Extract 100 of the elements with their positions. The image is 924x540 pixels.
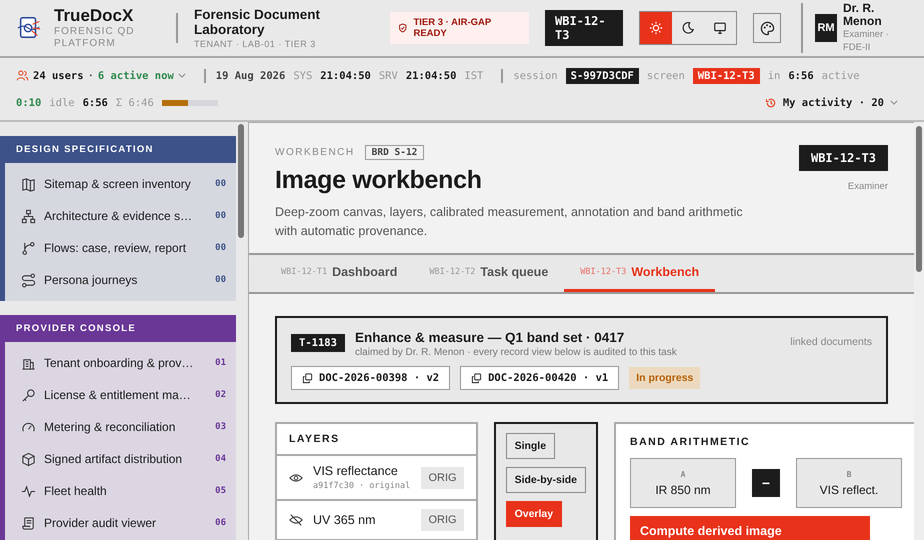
- view-mode-button[interactable]: Side-by-side: [506, 467, 586, 493]
- item-label: Tenant onboarding & prov…: [44, 356, 194, 370]
- reference-tag: BRD S-12: [364, 145, 424, 160]
- linked-documents-label: linked documents: [790, 336, 872, 348]
- sidebar-item[interactable]: Fleet health 05: [5, 475, 236, 507]
- session-id: S-997D3CDF: [566, 68, 639, 84]
- page-description: Deep-zoom canvas, layers, calibrated measurement, annotation and band arithmetic with automatic provenance.: [275, 204, 744, 240]
- eye-off-icon[interactable]: [289, 513, 303, 527]
- users-dropdown[interactable]: 24 users · 6 active now: [16, 69, 186, 82]
- item-label: Metering & reconciliation: [44, 420, 176, 434]
- operand-a[interactable]: A IR 850 nm: [630, 458, 736, 508]
- operator-button[interactable]: −: [752, 469, 780, 497]
- palette-icon: [760, 20, 774, 36]
- sidebar-item[interactable]: Tenant onboarding & prov… 01: [5, 347, 236, 379]
- panel-title: LAYERS: [277, 424, 476, 456]
- copy-icon: [302, 372, 313, 384]
- sys-time: 21:04:50: [320, 70, 371, 82]
- user-role: Examiner · FDE-II: [843, 28, 890, 54]
- palette-button[interactable]: [753, 13, 781, 43]
- section-header: DESIGN SPECIFICATION: [0, 136, 236, 163]
- total-time: Σ 6:46: [116, 96, 154, 108]
- section-header: PROVIDER CONSOLE: [0, 315, 236, 342]
- status-badge: In progress: [629, 367, 700, 389]
- role-label: Examiner: [848, 181, 888, 192]
- document-chip[interactable]: DOC-2026-00398 · v2: [291, 366, 450, 390]
- sidebar-item[interactable]: Sitemap & screen inventory 00: [5, 168, 236, 200]
- tab[interactable]: WBI-12-T3 Workbench: [564, 255, 716, 292]
- sidebar-item[interactable]: Signed artifact distribution 04: [5, 443, 236, 475]
- page-title: Image workbench: [275, 166, 483, 195]
- moon-icon: [681, 21, 695, 35]
- pulse-icon: [21, 484, 36, 498]
- user-avatar: RM: [815, 14, 837, 42]
- screen-code: WBI-12-T3: [545, 10, 623, 46]
- tier-label: TIER 3 · AIR-GAP READY: [413, 17, 492, 39]
- task-title: Enhance & measure — Q1 band set · 0417: [354, 330, 626, 345]
- page-eyebrow: WORKBENCH: [275, 147, 355, 158]
- sidebar-item[interactable]: Persona journeys 00: [5, 264, 236, 296]
- key-icon: [21, 388, 36, 402]
- sidebar-item[interactable]: Flows: case, review, report 00: [5, 232, 236, 264]
- active-label: active: [822, 70, 860, 82]
- task-id: T-1183: [291, 334, 345, 352]
- tab[interactable]: WBI-12-T2 Task queue: [413, 255, 564, 292]
- document-chip[interactable]: DOC-2026-00420 · v1: [460, 366, 620, 390]
- item-label: Persona journeys: [44, 273, 138, 287]
- sidebar-item[interactable]: Metering & reconciliation 03: [5, 411, 236, 443]
- view-mode-button[interactable]: Overlay: [506, 501, 562, 527]
- brand-tagline: FORENSIC QD PLATFORM: [54, 26, 136, 50]
- item-count: 00: [215, 179, 226, 189]
- view-mode-button[interactable]: Single: [506, 433, 556, 459]
- layer-name: VIS reflectance: [313, 464, 399, 478]
- idle-time: 6:56: [82, 96, 108, 108]
- scroll-icon: [21, 516, 36, 530]
- users-icon: [16, 69, 29, 82]
- history-icon: [764, 96, 777, 108]
- item-count: 00: [215, 243, 226, 253]
- screen-label: screen: [646, 70, 685, 82]
- brand-name: TrueDocX: [54, 6, 134, 26]
- item-label: Provider audit viewer: [44, 516, 158, 530]
- chevron-down-icon: [178, 73, 186, 78]
- layer-row[interactable]: UV 365 nm ORIG: [277, 501, 476, 540]
- screen-code: WBI-12-T3: [798, 145, 888, 171]
- tab[interactable]: WBI-12-T1 Dashboard: [265, 255, 414, 292]
- date: 19 Aug 2026: [216, 70, 286, 82]
- lab-name: Forensic Document Laboratory: [194, 7, 322, 37]
- map-icon: [21, 176, 36, 192]
- in-label: in: [768, 70, 780, 82]
- layer-name: UV 365 nm: [313, 513, 377, 527]
- srv-time: 21:04:50: [406, 70, 456, 82]
- shield-icon: [398, 23, 408, 33]
- sidebar-item[interactable]: Provider audit viewer 06: [5, 507, 236, 539]
- session-label: session: [513, 70, 558, 82]
- user-name: Dr. R. Menon: [843, 2, 883, 28]
- item-count: 03: [215, 422, 226, 432]
- layer-tag: ORIG: [421, 509, 464, 531]
- sidebar-item[interactable]: Architecture & evidence s… 00: [5, 200, 236, 232]
- branch-icon: [21, 240, 36, 256]
- activity-dropdown[interactable]: My activity · 20: [764, 96, 898, 108]
- item-count: 04: [215, 454, 226, 464]
- timezone: IST: [464, 70, 484, 82]
- item-count: 00: [215, 275, 226, 285]
- sys-label: SYS: [293, 70, 312, 82]
- sidebar-item[interactable]: License & entitlement ma… 02: [5, 379, 236, 411]
- layer-row[interactable]: VIS reflectance a91f7c30 · original ORIG: [277, 456, 476, 501]
- item-label: Signed artifact distribution: [44, 452, 184, 466]
- operand-b[interactable]: B VIS reflect.: [796, 458, 902, 508]
- monitor-icon: [713, 21, 727, 35]
- idle-label: idle: [49, 96, 75, 108]
- light-theme-button[interactable]: [640, 12, 672, 44]
- item-count: 06: [215, 518, 226, 528]
- item-count: 01: [215, 358, 226, 368]
- srv-label: SRV: [378, 70, 398, 82]
- item-label: Sitemap & screen inventory: [44, 177, 192, 191]
- panel-title: BAND ARITHMETIC: [630, 436, 752, 448]
- chevron-down-icon: [890, 100, 898, 105]
- layer-meta: a91f7c30 · original: [313, 481, 412, 491]
- item-label: Architecture & evidence s…: [44, 209, 194, 223]
- compute-button[interactable]: Compute derived image: [630, 516, 870, 540]
- logo-icon: [16, 15, 42, 41]
- item-label: Fleet health: [44, 484, 108, 498]
- item-label: License & entitlement ma…: [44, 388, 192, 402]
